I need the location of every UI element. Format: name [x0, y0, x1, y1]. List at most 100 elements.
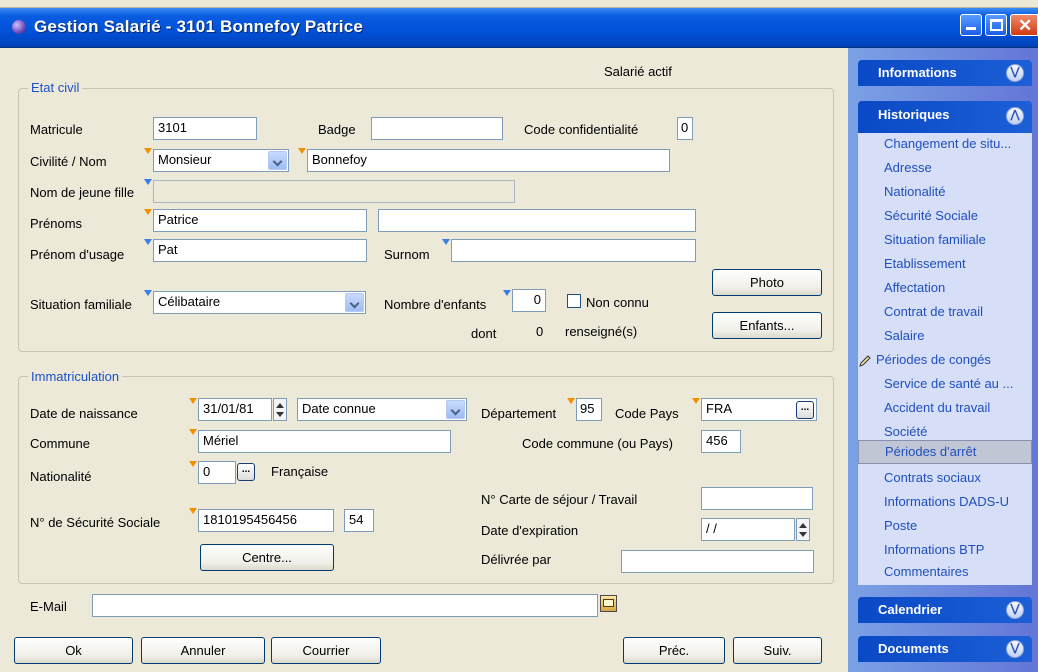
centre-button[interactable]: Centre...	[200, 544, 334, 571]
documents-panel-header[interactable]: Documents ⋁	[858, 636, 1032, 662]
required-marker	[692, 398, 700, 404]
prenom-1-input[interactable]: Patrice	[153, 209, 367, 232]
suiv-button[interactable]: Suiv.	[733, 637, 822, 664]
chevron-down-icon[interactable]	[345, 293, 364, 312]
calendrier-panel-header[interactable]: Calendrier ⋁	[858, 597, 1032, 623]
nationalite-lookup-button[interactable]: ...	[237, 463, 255, 481]
nombre-enfants-label: Nombre d'enfants	[384, 297, 487, 312]
spin-down-icon[interactable]	[276, 412, 284, 417]
sidebar-item-periodes-arret[interactable]: Périodes d'arrêt	[858, 440, 1032, 464]
informations-panel-header[interactable]: Informations ⋁	[858, 60, 1032, 86]
date-expiration-label: Date d'expiration	[481, 523, 579, 538]
code-commune-input[interactable]: 456	[701, 430, 741, 453]
surnom-label: Surnom	[384, 247, 430, 262]
commune-input[interactable]: Mériel	[198, 430, 451, 453]
delivree-par-input[interactable]	[621, 550, 814, 573]
civilite-select[interactable]: Monsieur	[153, 149, 289, 172]
collapse-chevron-icon[interactable]: ⋀	[1006, 107, 1024, 125]
annuler-button[interactable]: Annuler	[141, 637, 265, 664]
non-connu-checkbox[interactable]	[567, 294, 581, 308]
periodes-conges-label: Périodes de congés	[876, 352, 991, 367]
sidebar-item-adresse[interactable]: Adresse	[858, 157, 1032, 181]
date-expiration-spinner[interactable]	[796, 518, 810, 541]
securite-sociale-input[interactable]: 1810195456456	[198, 509, 334, 532]
situation-familiale-select[interactable]: Célibataire	[153, 291, 366, 314]
dont-label: dont	[471, 326, 497, 341]
historiques-panel-header[interactable]: Historiques ⋀	[858, 101, 1032, 133]
optional-marker	[144, 239, 152, 245]
expand-chevron-icon[interactable]: ⋁	[1006, 601, 1024, 619]
spin-up-icon[interactable]	[276, 403, 284, 408]
code-confidentialite-label: Code confidentialité	[524, 122, 639, 137]
spin-up-icon[interactable]	[799, 523, 807, 528]
nationalite-code-value: 0	[203, 464, 211, 479]
code-pays-lookup-button[interactable]: ...	[796, 401, 814, 419]
code-confidentialite-input[interactable]: 0	[677, 117, 693, 140]
sidebar-item-affectation[interactable]: Affectation	[858, 277, 1032, 301]
optional-marker	[144, 290, 152, 296]
close-button[interactable]: ✕	[1010, 14, 1038, 36]
maximize-button[interactable]	[985, 14, 1007, 36]
badge-input[interactable]	[371, 117, 503, 140]
code-pays-value: FRA	[706, 401, 732, 416]
nom-input[interactable]: Bonnefoy	[307, 149, 670, 172]
date-type-value: Date connue	[302, 401, 376, 416]
situation-familiale-label: Situation familiale	[30, 297, 132, 312]
carte-sejour-input[interactable]	[701, 487, 813, 510]
sidebar-item-contrats-sociaux[interactable]: Contrats sociaux	[858, 467, 1032, 491]
nom-jeune-fille-input[interactable]	[153, 180, 515, 203]
sidebar-item-securite-sociale[interactable]: Sécurité Sociale	[858, 205, 1032, 229]
sidebar-item-poste[interactable]: Poste	[858, 515, 1032, 539]
required-marker	[189, 461, 197, 467]
sidebar-item-periodes-conges[interactable]: Périodes de congés	[858, 349, 1032, 373]
carte-sejour-label: N° Carte de séjour / Travail	[481, 492, 638, 507]
surnom-input[interactable]	[451, 239, 696, 262]
spin-down-icon[interactable]	[799, 532, 807, 537]
courrier-button[interactable]: Courrier	[271, 637, 381, 664]
date-type-select[interactable]: Date connue	[297, 398, 467, 421]
photo-button[interactable]: Photo	[712, 269, 822, 296]
documents-panel-title: Documents	[878, 641, 949, 656]
delivree-par-label: Délivrée par	[481, 552, 552, 567]
sidebar-item-nationalite[interactable]: Nationalité	[858, 181, 1032, 205]
maximize-icon	[990, 19, 1003, 31]
mail-icon[interactable]	[600, 595, 617, 612]
minimize-button[interactable]	[960, 14, 982, 36]
email-label: E-Mail	[30, 599, 67, 614]
date-expiration-input[interactable]: / /	[701, 518, 795, 541]
sidebar-item-informations-btp[interactable]: Informations BTP	[858, 539, 1032, 563]
prenom-usage-label: Prénom d'usage	[30, 247, 125, 262]
sidebar-item-commentaires[interactable]: Commentaires	[858, 561, 1032, 585]
expand-chevron-icon[interactable]: ⋁	[1006, 64, 1024, 82]
sidebar-item-situation-familiale[interactable]: Situation familiale	[858, 229, 1032, 253]
nombre-enfants-input[interactable]: 0	[512, 289, 546, 312]
sidebar-item-accident-travail[interactable]: Accident du travail	[858, 397, 1032, 421]
sidebar-item-changement-situation[interactable]: Changement de situ...	[858, 133, 1032, 157]
sidebar-item-salaire[interactable]: Salaire	[858, 325, 1032, 349]
departement-input[interactable]: 95	[576, 398, 602, 421]
expand-chevron-icon[interactable]: ⋁	[1006, 640, 1024, 658]
enfants-button[interactable]: Enfants...	[712, 312, 822, 339]
immatriculation-legend: Immatriculation	[28, 369, 123, 384]
date-naissance-spinner[interactable]	[273, 398, 287, 421]
prec-button[interactable]: Préc.	[623, 637, 725, 664]
code-pays-label: Code Pays	[615, 406, 679, 421]
securite-sociale-cle-input[interactable]: 54	[344, 509, 374, 532]
prenom-usage-input[interactable]: Pat	[153, 239, 367, 262]
civilite-value: Monsieur	[158, 152, 212, 167]
close-icon: ✕	[1018, 16, 1033, 35]
matricule-input[interactable]: 3101	[153, 117, 257, 140]
ok-button[interactable]: Ok	[14, 637, 133, 664]
chevron-down-icon[interactable]	[446, 400, 465, 419]
date-naissance-input[interactable]: 31/01/81	[198, 398, 272, 421]
sidebar-item-informations-dads-u[interactable]: Informations DADS-U	[858, 491, 1032, 515]
sidebar-item-service-sante[interactable]: Service de santé au ...	[858, 373, 1032, 397]
prenom-2-input[interactable]	[378, 209, 696, 232]
situation-familiale-value: Célibataire	[158, 294, 221, 309]
chevron-down-icon[interactable]	[268, 151, 287, 170]
email-input[interactable]	[92, 594, 598, 617]
renseignes-label: renseigné(s)	[565, 324, 638, 339]
nationalite-code-input[interactable]: 0	[198, 461, 236, 484]
sidebar-item-contrat-travail[interactable]: Contrat de travail	[858, 301, 1032, 325]
sidebar-item-etablissement[interactable]: Etablissement	[858, 253, 1032, 277]
